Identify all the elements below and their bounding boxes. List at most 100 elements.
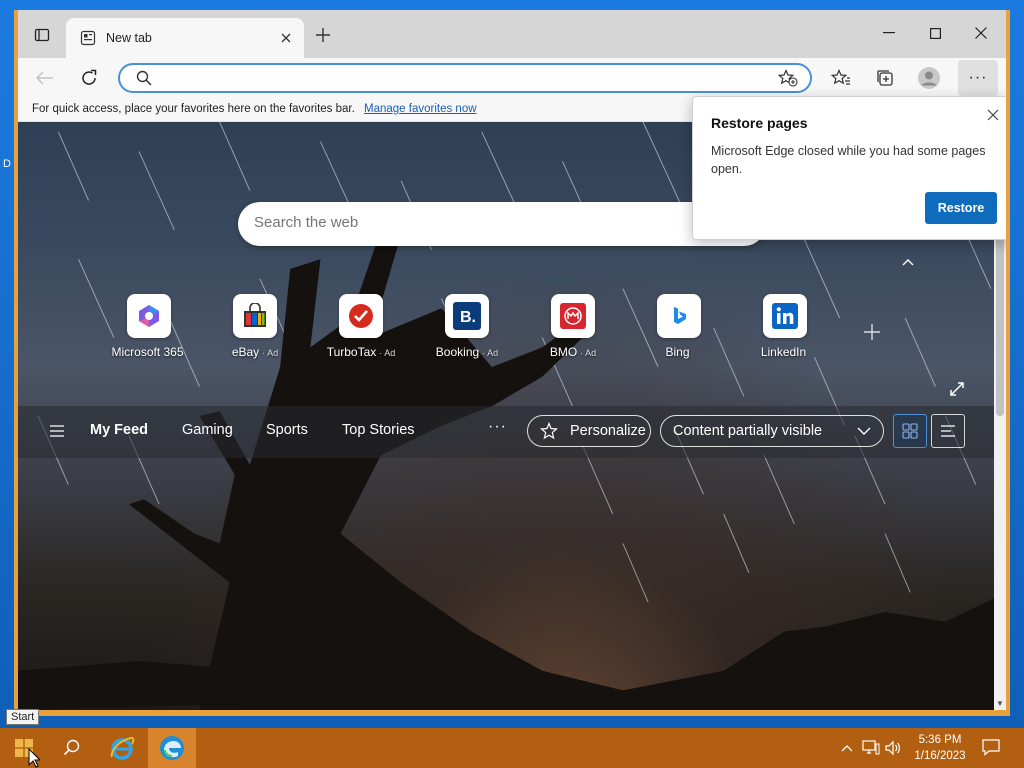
address-input[interactable]: [162, 68, 762, 88]
sparkle-star-icon: [540, 422, 558, 440]
tile-label: eBay · Ad: [202, 345, 308, 359]
personalize-label: Personalize: [570, 423, 646, 439]
tile-name: eBay: [231, 345, 260, 359]
bing-icon: [674, 307, 686, 324]
clock[interactable]: 5:36 PM 1/16/2023: [904, 732, 976, 764]
edge-taskbar-button[interactable]: [148, 728, 196, 768]
tile-bing[interactable]: Bing: [626, 294, 732, 359]
bmo-icon: [560, 303, 586, 329]
network-tray-button[interactable]: [862, 740, 880, 756]
tile-ad-tag: · Ad: [262, 348, 279, 358]
mouse-cursor-icon: [28, 748, 40, 768]
tile-icon-box: [763, 294, 807, 338]
tile-label: Microsoft 365: [96, 345, 202, 359]
tile-microsoft-365[interactable]: Microsoft 365: [96, 294, 202, 359]
chevron-up-icon: [902, 259, 914, 266]
content-visibility-dropdown[interactable]: Content partially visible: [660, 415, 884, 447]
close-icon: [281, 33, 291, 43]
chevron-up-icon: [841, 745, 853, 752]
tab-new-tab[interactable]: New tab: [66, 18, 304, 58]
feed-tab-top-stories[interactable]: Top Stories: [342, 422, 415, 438]
popup-title: Restore pages: [711, 115, 808, 131]
title-bar: New tab: [18, 10, 1006, 58]
restore-button[interactable]: Restore: [925, 192, 997, 224]
restore-pages-popup: Restore pages Microsoft Edge closed whil…: [692, 96, 1006, 240]
refresh-button[interactable]: [74, 64, 104, 92]
collections-button[interactable]: [870, 64, 900, 92]
scroll-down-arrow-icon[interactable]: ▼: [996, 699, 1004, 708]
svg-text:B.: B.: [460, 309, 476, 326]
booking-icon: B.: [453, 302, 481, 330]
search-taskbar-button[interactable]: [48, 728, 96, 768]
address-bar[interactable]: [118, 63, 812, 93]
back-button[interactable]: [30, 64, 60, 92]
close-icon: [987, 109, 999, 121]
personalize-button[interactable]: Personalize: [527, 415, 651, 447]
action-center-button[interactable]: [982, 739, 1000, 756]
tab-close-button[interactable]: [276, 28, 296, 48]
tile-name: Booking: [435, 345, 480, 359]
browser-inner: New tab ··· For quick access, place your…: [18, 10, 1006, 710]
grid-icon: [902, 423, 918, 439]
tile-icon-box: [233, 294, 277, 338]
grid-view-button[interactable]: [893, 414, 927, 448]
internet-explorer-taskbar-button[interactable]: [98, 728, 146, 768]
favorites-button[interactable]: [826, 64, 856, 92]
content-visibility-value: Content partially visible: [673, 423, 823, 439]
menu-hamburger-icon[interactable]: [48, 422, 66, 440]
maximize-button[interactable]: [912, 18, 958, 48]
feed-more-button[interactable]: ···: [488, 418, 507, 436]
show-hidden-icons-button[interactable]: [838, 740, 856, 756]
tile-booking[interactable]: B. Booking · Ad: [414, 294, 520, 359]
manage-favorites-link[interactable]: Manage favorites now: [364, 103, 477, 115]
notification-icon: [982, 739, 1000, 756]
web-search-input[interactable]: [254, 214, 674, 231]
web-search-box[interactable]: [238, 202, 766, 246]
tile-name: TurboTax: [326, 345, 377, 359]
volume-tray-button[interactable]: [884, 740, 902, 756]
minimize-button[interactable]: [866, 18, 912, 48]
tile-label: Booking · Ad: [414, 345, 520, 359]
popup-close-button[interactable]: [983, 105, 1003, 125]
collapse-button[interactable]: [896, 252, 920, 272]
list-view-button[interactable]: [931, 414, 965, 448]
minimize-icon: [883, 32, 895, 34]
feed-tab-my-feed[interactable]: My Feed: [90, 422, 148, 438]
tile-ad-tag: · Ad: [482, 348, 499, 358]
feed-tab-gaming[interactable]: Gaming: [182, 422, 233, 438]
edge-icon: [160, 736, 184, 760]
favorites-star-icon: [831, 69, 850, 85]
tile-icon-box: [551, 294, 595, 338]
turbotax-icon: [349, 304, 373, 328]
tile-ebay[interactable]: eBay · Ad: [202, 294, 308, 359]
settings-more-button[interactable]: ···: [958, 60, 998, 96]
favbar-text: For quick access, place your favorites h…: [32, 103, 355, 115]
tile-icon-box: B.: [445, 294, 489, 338]
tile-icon-box: [657, 294, 701, 338]
close-window-button[interactable]: [958, 18, 1004, 48]
taskbar: 5:36 PM 1/16/2023: [0, 728, 1024, 768]
list-icon: [941, 425, 955, 437]
new-tab-button[interactable]: [310, 22, 336, 48]
start-button[interactable]: [0, 728, 48, 768]
tile-ad-tag: · Ad: [379, 348, 396, 358]
add-site-button[interactable]: [860, 320, 884, 344]
tile-label: LinkedIn: [732, 345, 838, 359]
tile-turbotax[interactable]: TurboTax · Ad: [308, 294, 414, 359]
tile-bmo[interactable]: BMO · Ad: [520, 294, 626, 359]
tab-actions-button[interactable]: [28, 22, 56, 48]
tile-linkedin[interactable]: LinkedIn: [732, 294, 838, 359]
browser-window: New tab ··· For quick access, place your…: [14, 10, 1010, 716]
add-favorite-icon[interactable]: [778, 69, 798, 87]
start-tooltip: Start: [6, 709, 40, 725]
plus-icon: [316, 28, 330, 42]
fullscreen-background-button[interactable]: [946, 378, 968, 400]
tile-name: BMO: [549, 345, 578, 359]
linkedin-icon: [772, 303, 798, 329]
close-icon: [975, 27, 987, 39]
back-arrow-icon: [36, 71, 53, 85]
tile-icon-box: [339, 294, 383, 338]
feed-tab-sports[interactable]: Sports: [266, 422, 308, 438]
profile-button[interactable]: [914, 64, 944, 92]
clock-time: 5:36 PM: [918, 734, 962, 746]
